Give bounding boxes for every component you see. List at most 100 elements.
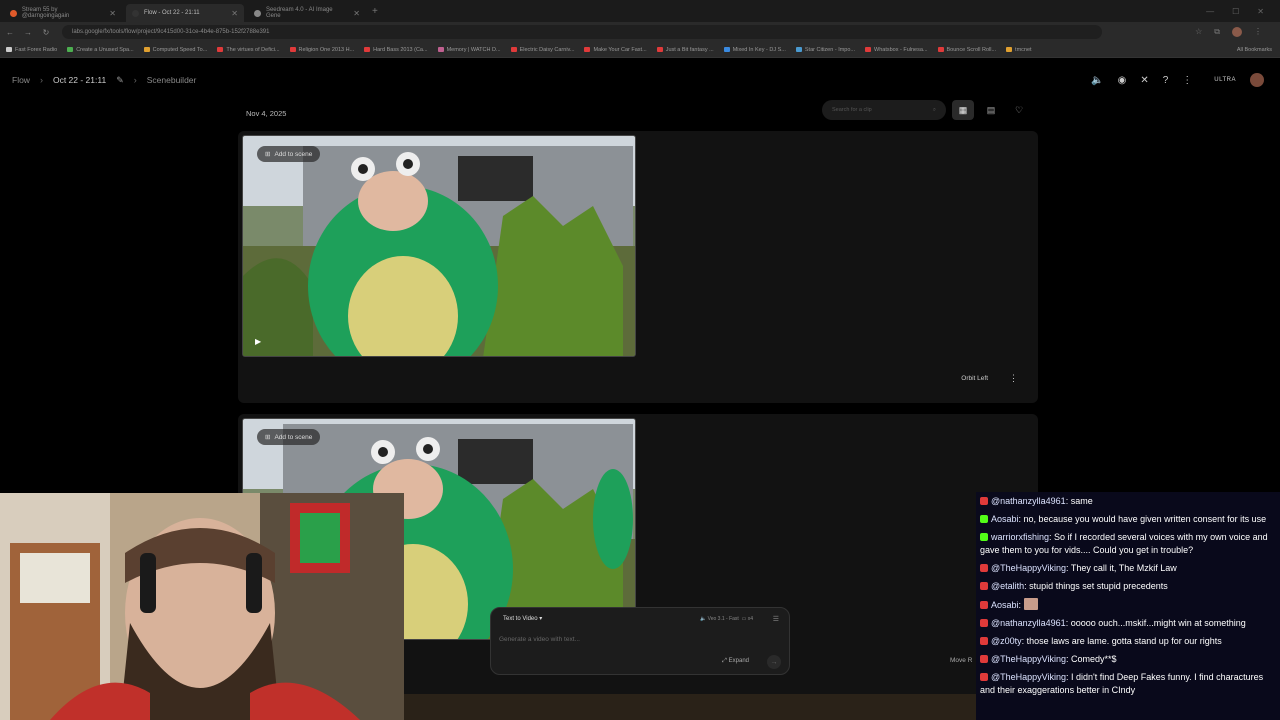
more-icon[interactable]: ⋮	[1182, 75, 1192, 86]
bookmark-favicon-icon	[1006, 47, 1013, 52]
breadcrumb-page[interactable]: Scenebuilder	[147, 75, 197, 85]
bookmark-item[interactable]: Bounce Scroll Roll...	[937, 47, 996, 53]
bookmark-item[interactable]: Create a Unused Spa...	[67, 47, 134, 53]
bookmark-favicon-icon	[937, 47, 944, 52]
volume-icon[interactable]: 🔈	[1091, 75, 1103, 86]
send-icon[interactable]: →	[767, 655, 781, 669]
bookmark-favicon-icon	[6, 47, 12, 52]
tab-favicon-icon	[254, 9, 261, 17]
chat-text: those laws are lame. gotta stand up for …	[1026, 636, 1222, 646]
maximize-icon[interactable]: ☐	[1232, 7, 1239, 16]
close-icon[interactable]: ✕	[109, 9, 116, 18]
chat-text: ooooo ouch...mskif...might win at someth…	[1070, 618, 1246, 628]
bookmark-item[interactable]: Mixed In Key - DJ S...	[723, 46, 786, 53]
add-to-scene-button[interactable]: ⊞ Add to scene	[257, 146, 321, 162]
breadcrumb-app[interactable]: Flow	[12, 75, 30, 85]
video-thumbnail[interactable]: ⊞ Add to scene ▶	[242, 135, 636, 357]
bookmark-item[interactable]: Make Your Car Fast...	[584, 47, 647, 53]
list-view-icon[interactable]: ▤	[980, 100, 1002, 120]
chat-text: same	[1070, 496, 1093, 506]
close-icon[interactable]: ✕	[231, 9, 238, 18]
bookmark-item[interactable]: Religion One 2013 H...	[289, 47, 354, 53]
x-icon[interactable]: ✕	[1140, 75, 1148, 86]
clip-title: Orbit Left	[961, 375, 988, 382]
chat-username: warriorxfishing	[991, 532, 1050, 542]
add-to-scene-label: Add to scene	[274, 150, 313, 158]
kick-icon	[980, 515, 988, 523]
reload-icon[interactable]: ↻	[38, 28, 54, 37]
bookmark-label: Star Citizen - Impo...	[804, 46, 856, 53]
search-input[interactable]: Search for a clip ⌕	[822, 100, 946, 120]
chat-message: Aosabi:	[980, 598, 1276, 612]
app-header: Flow › Oct 22 - 21:11 ✎ › Scenebuilder 🔈…	[0, 58, 1280, 102]
webcam-overlay	[0, 493, 404, 720]
browser-tab[interactable]: Stream 55 by @darngoingagain ✕	[4, 4, 122, 22]
frog-costume-thumbnail	[243, 136, 635, 356]
model-label: Veo 3.1 - Fast	[707, 616, 739, 622]
star-icon[interactable]: ☆	[1195, 27, 1202, 37]
expand-button[interactable]: ⤢ Expand	[722, 658, 749, 665]
chat-overlay: @nathanzylla4961: same Aosabi: no, becaus…	[976, 492, 1280, 720]
minimize-icon[interactable]: —	[1206, 7, 1214, 16]
close-icon[interactable]: ✕	[353, 9, 360, 18]
youtube-icon	[980, 655, 988, 663]
chat-username: Aosabi	[991, 514, 1019, 524]
url-field[interactable]: labs.google/fx/tools/flow/project/9c415d…	[62, 25, 1102, 39]
bookmark-favicon-icon	[656, 47, 663, 52]
webcam-feed	[0, 493, 404, 720]
profile-avatar[interactable]	[1232, 27, 1242, 37]
chat-username: @z00ty	[991, 636, 1022, 646]
bookmark-item[interactable]: Electric Daisy Carniv...	[510, 47, 574, 53]
view-toolbar: Search for a clip ⌕ ▦ ▤ ♡	[822, 100, 1030, 120]
chat-username: @nathanzylla4961	[991, 618, 1066, 628]
bookmark-item[interactable]: tmcnet	[1006, 47, 1032, 53]
window-controls: — ☐ ✕	[1206, 7, 1280, 16]
all-bookmarks[interactable]: All Bookmarks	[1237, 47, 1280, 53]
forward-icon[interactable]: →	[20, 28, 36, 37]
avatar[interactable]	[1250, 73, 1264, 87]
bookmark-item[interactable]: Fast Forex Radio	[6, 47, 57, 53]
bookmark-label: Mixed In Key - DJ S...	[732, 46, 786, 53]
prompt-input[interactable]: Generate a video with text...	[499, 636, 580, 643]
help-icon[interactable]: ?	[1163, 75, 1169, 86]
bookmark-item[interactable]: Hard Bass 2013 (Ca...	[364, 47, 428, 53]
bookmark-favicon-icon	[584, 47, 591, 52]
model-selector[interactable]: 🔈 Veo 3.1 - Fast ▭ x4	[700, 616, 753, 622]
chat-username: @nathanzylla4961	[991, 496, 1066, 506]
bookmark-item[interactable]: The virtues of Defici...	[217, 47, 280, 53]
bookmark-favicon-icon	[289, 47, 296, 52]
clip-title: Move R	[950, 657, 973, 664]
bookmark-label: Memory | WATCH D...	[446, 46, 501, 53]
bookmarks-bar: Fast Forex Radio Create a Unused Spa... Co…	[0, 42, 1280, 58]
chat-text: Comedy**$	[1071, 654, 1117, 664]
expand-label: Expand	[728, 658, 749, 664]
youtube-icon	[980, 637, 988, 645]
bookmark-favicon-icon	[795, 47, 802, 52]
browser-tab-active[interactable]: Flow - Oct 22 - 21:11 ✕	[126, 4, 244, 22]
bookmark-item[interactable]: Star Citizen - Impo...	[795, 46, 856, 53]
breadcrumb-project[interactable]: Oct 22 - 21:11	[53, 75, 106, 85]
chat-message: @TheHappyViking: I didn't find Deep Fake…	[980, 672, 1264, 695]
play-icon[interactable]: ▶	[255, 337, 261, 346]
extensions-icon[interactable]: ⧉	[1214, 27, 1220, 37]
chat-text: They call it, The Mzkif Law	[1070, 563, 1177, 573]
settings-icon[interactable]: ☰	[773, 615, 779, 623]
bookmark-item[interactable]: Computed Speed To...	[143, 47, 207, 53]
youtube-icon	[980, 619, 988, 627]
bookmark-item[interactable]: Whatsbox - Fulnesa...	[865, 47, 928, 53]
add-to-scene-button[interactable]: ⊞ Add to scene	[257, 429, 321, 445]
pencil-icon[interactable]: ✎	[116, 75, 124, 86]
new-tab-icon[interactable]: +	[372, 6, 378, 17]
youtube-icon	[980, 582, 988, 590]
back-icon[interactable]: ←	[2, 28, 18, 37]
bookmark-item[interactable]: Memory | WATCH D...	[437, 46, 501, 53]
close-window-icon[interactable]: ✕	[1257, 7, 1264, 16]
discord-icon[interactable]: ◉	[1118, 75, 1127, 86]
bookmark-item[interactable]: Just a Bit fantasy ...	[656, 47, 714, 53]
browser-tab[interactable]: Seedream 4.0 - AI Image Gene ✕	[248, 4, 366, 22]
mode-dropdown[interactable]: Text to Video ▾	[503, 615, 542, 622]
grid-view-icon[interactable]: ▦	[952, 100, 974, 120]
more-icon[interactable]: ⋮	[1009, 373, 1018, 384]
menu-icon[interactable]: ⋮	[1254, 27, 1262, 37]
favorites-icon[interactable]: ♡	[1008, 100, 1030, 120]
